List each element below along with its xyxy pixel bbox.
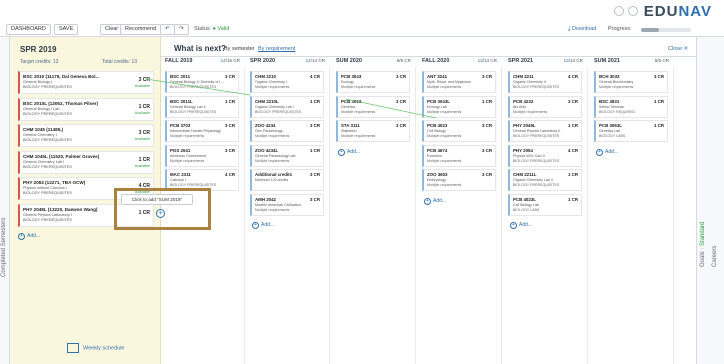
add-semester-button[interactable]: +: [156, 209, 165, 218]
careers-tab[interactable]: Careers: [712, 246, 718, 267]
prereq-arrow: [345, 98, 437, 119]
prereq-arrows: [145, 78, 437, 119]
prereq-arrow: [145, 78, 251, 96]
goals-tab[interactable]: Goals · Standard: [700, 222, 706, 267]
planner-screen: EDUNAV DASHBOARD SAVE Clear Recommend ↶ …: [0, 0, 724, 364]
goals-careers-rail: Goals · Standard Careers: [696, 37, 724, 364]
